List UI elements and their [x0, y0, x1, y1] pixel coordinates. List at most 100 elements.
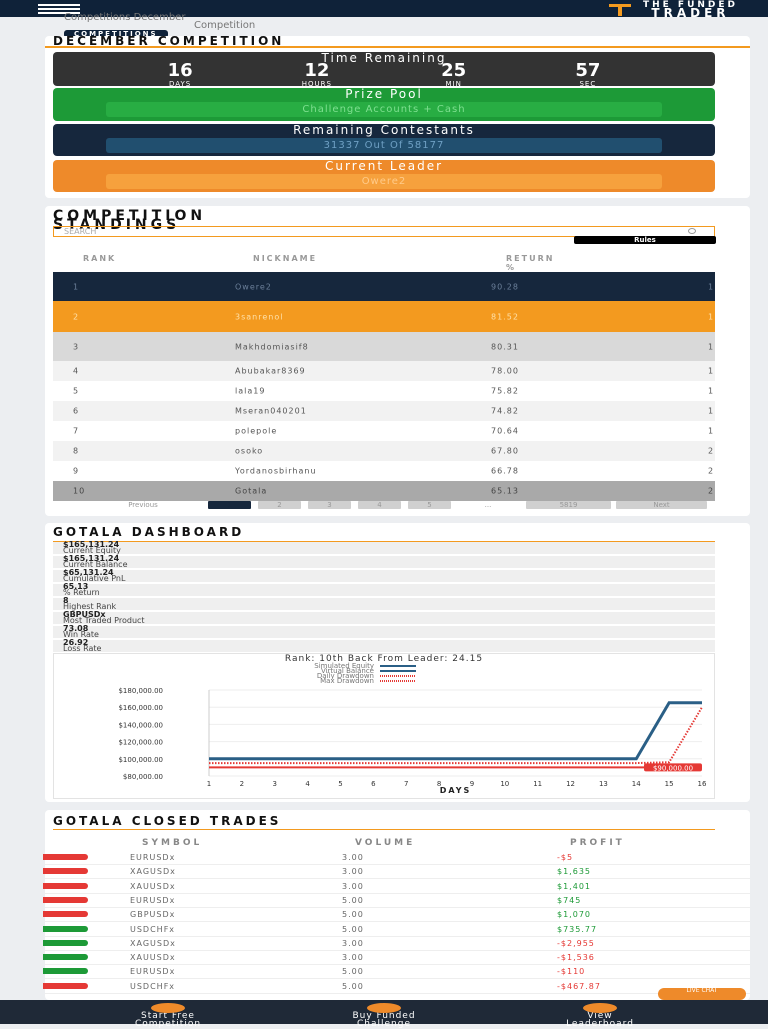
cell-ret: 70.64 — [491, 426, 519, 436]
search-icon[interactable] — [688, 228, 696, 234]
pager-next[interactable]: Next — [616, 501, 707, 509]
rules-button[interactable]: Rules — [574, 236, 716, 244]
cell-x: 1 — [708, 386, 715, 396]
sell-direction-icon — [43, 911, 88, 918]
x-tick-label: 3 — [272, 780, 276, 788]
breadcrumb-line2: Competition — [194, 20, 256, 31]
standings-header: RANK NICKNAME RETURN% — [53, 250, 715, 272]
pager-last[interactable]: 5819 — [526, 501, 611, 509]
sell-direction-icon — [43, 868, 88, 875]
competition-icon — [151, 1003, 185, 1013]
buy-direction-icon — [43, 939, 88, 946]
trade-pr: $1,070 — [557, 910, 591, 920]
trade-row: EURUSDx 5.00 -$110 — [43, 965, 750, 980]
x-tick-label: 7 — [404, 780, 408, 788]
table-row[interactable]: 1 Owere2 90.28 1 — [53, 272, 715, 301]
buy-direction-icon — [43, 954, 88, 961]
cell-ret: 66.78 — [491, 466, 519, 476]
trade-pr: $735.77 — [557, 924, 598, 934]
trade-sym: XAUUSDx — [130, 881, 176, 891]
stat-item: 26.92 Loss Rate — [53, 639, 715, 653]
stat-label: Loss Rate — [63, 644, 102, 653]
sell-direction-icon — [43, 854, 88, 860]
stat-item: $65,131.24 Cumulative PnL — [53, 569, 715, 583]
table-row[interactable]: 9 Yordanosbirhanu 66.78 2 — [53, 461, 715, 481]
cell-nick: Abubakar8369 — [235, 366, 306, 376]
pager-page-4[interactable]: 4 — [358, 501, 401, 509]
current-leader-panel: Current Leader Owere2 — [53, 160, 715, 192]
buy-direction-icon — [43, 968, 88, 975]
standings-card: COMPETITION STANDINGS SEARCH Rules RANK … — [45, 206, 750, 516]
pager-page-1[interactable]: 1 — [208, 501, 251, 509]
x-tick-label: 4 — [305, 780, 310, 788]
countdown-days: 16 DAYS — [167, 60, 193, 89]
table-row[interactable]: 6 Mseran040201 74.82 1 — [53, 401, 715, 421]
y-tick-label: $160,000.00 — [118, 704, 163, 712]
cell-rank: 5 — [73, 386, 80, 396]
buy-funded-challenge-button[interactable]: Buy Funded Challenge — [309, 1000, 459, 1029]
table-row[interactable]: 10 Gotala 65.13 2 — [53, 481, 715, 501]
cell-ret: 90.28 — [491, 282, 519, 291]
x-tick-label: 10 — [500, 780, 509, 788]
contestants-value: 31337 Out Of 58177 — [106, 138, 662, 153]
col-rank[interactable]: RANK — [83, 254, 116, 263]
trade-vol: 5.00 — [342, 895, 364, 905]
cell-rank: 6 — [73, 406, 80, 416]
trade-sym: USDCHFx — [130, 981, 176, 991]
cell-rank: 4 — [73, 366, 80, 376]
competition-title: DECEMBER COMPETITION — [45, 35, 750, 48]
trade-sym: EURUSDx — [130, 853, 176, 862]
live-chat-button[interactable]: LIVE CHAT — [658, 988, 746, 1000]
buy-direction-icon — [43, 925, 88, 932]
col-symbol: SYMBOL — [142, 838, 203, 848]
cell-ret: 65.13 — [491, 486, 519, 496]
pager-page-3[interactable]: 3 — [308, 501, 351, 509]
start-free-competition-button[interactable]: Start Free Competition — [93, 1000, 243, 1029]
contestants-panel: Remaining Contestants 31337 Out Of 58177 — [53, 124, 715, 156]
time-remaining-panel: Time Remaining 16 DAYS 12 HOURS 25 MIN 57 SE… — [53, 52, 715, 89]
cell-rank: 2 — [73, 312, 80, 321]
trade-row: EURUSDx 3.00 -$5 — [43, 851, 750, 865]
table-row[interactable]: 5 lala19 75.82 1 — [53, 381, 715, 401]
trade-row: XAUUSDx 3.00 $1,401 — [43, 880, 750, 894]
trade-vol: 3.00 — [342, 953, 364, 963]
trade-row: EURUSDx 5.00 $745 — [43, 894, 750, 908]
cell-ret: 78.00 — [491, 366, 519, 376]
cell-nick: Owere2 — [235, 282, 272, 291]
col-nickname[interactable]: NICKNAME — [253, 254, 317, 263]
x-tick-label: 11 — [533, 780, 542, 788]
pager-page-5[interactable]: 5 — [408, 501, 451, 509]
trade-pr: -$2,955 — [557, 938, 595, 948]
table-row[interactable]: 4 Abubakar8369 78.00 1 — [53, 361, 715, 381]
col-volume: VOLUME — [355, 838, 416, 848]
x-tick-label: 14 — [632, 780, 641, 788]
trade-pr: $1,401 — [557, 881, 591, 891]
trade-pr: -$1,536 — [557, 953, 595, 963]
cell-x: 2 — [708, 446, 715, 456]
cell-rank: 8 — [73, 446, 80, 456]
pager-ellipsis[interactable]: ... — [468, 501, 508, 509]
cell-nick: lala19 — [235, 386, 266, 396]
col-return[interactable]: RETURN% — [506, 254, 554, 272]
countdown-seconds: 57 SEC — [575, 60, 601, 89]
trade-row: XAGUSDx 3.00 -$2,955 — [43, 937, 750, 951]
brand-logo[interactable]: THE FUNDED TRADER — [605, 0, 738, 19]
x-axis-label: DAYS — [440, 786, 472, 795]
pager-page-2[interactable]: 2 — [258, 501, 301, 509]
view-leaderboard-button[interactable]: View Leaderboard — [525, 1000, 675, 1029]
trade-sym: XAGUSDx — [130, 938, 176, 948]
legend-label: Max Drawdown — [320, 677, 374, 685]
table-row[interactable]: 3 Makhdomiasif8 80.31 1 — [53, 332, 715, 361]
trade-pr: -$110 — [557, 967, 586, 977]
cell-nick: osoko — [235, 446, 264, 456]
cell-x: 2 — [708, 466, 715, 476]
table-row[interactable]: 7 polepole 70.64 1 — [53, 421, 715, 441]
pager-previous[interactable]: Previous — [83, 501, 203, 509]
y-tick-label: $140,000.00 — [118, 721, 163, 729]
table-row[interactable]: 2 3sanrenol 81.52 1 — [53, 301, 715, 332]
cell-ret: 74.82 — [491, 406, 519, 416]
cell-ret: 75.82 — [491, 386, 519, 396]
trade-vol: 3.00 — [342, 853, 364, 862]
dashboard-title: GOTALA DASHBOARD — [53, 526, 715, 542]
table-row[interactable]: 8 osoko 67.80 2 — [53, 441, 715, 461]
